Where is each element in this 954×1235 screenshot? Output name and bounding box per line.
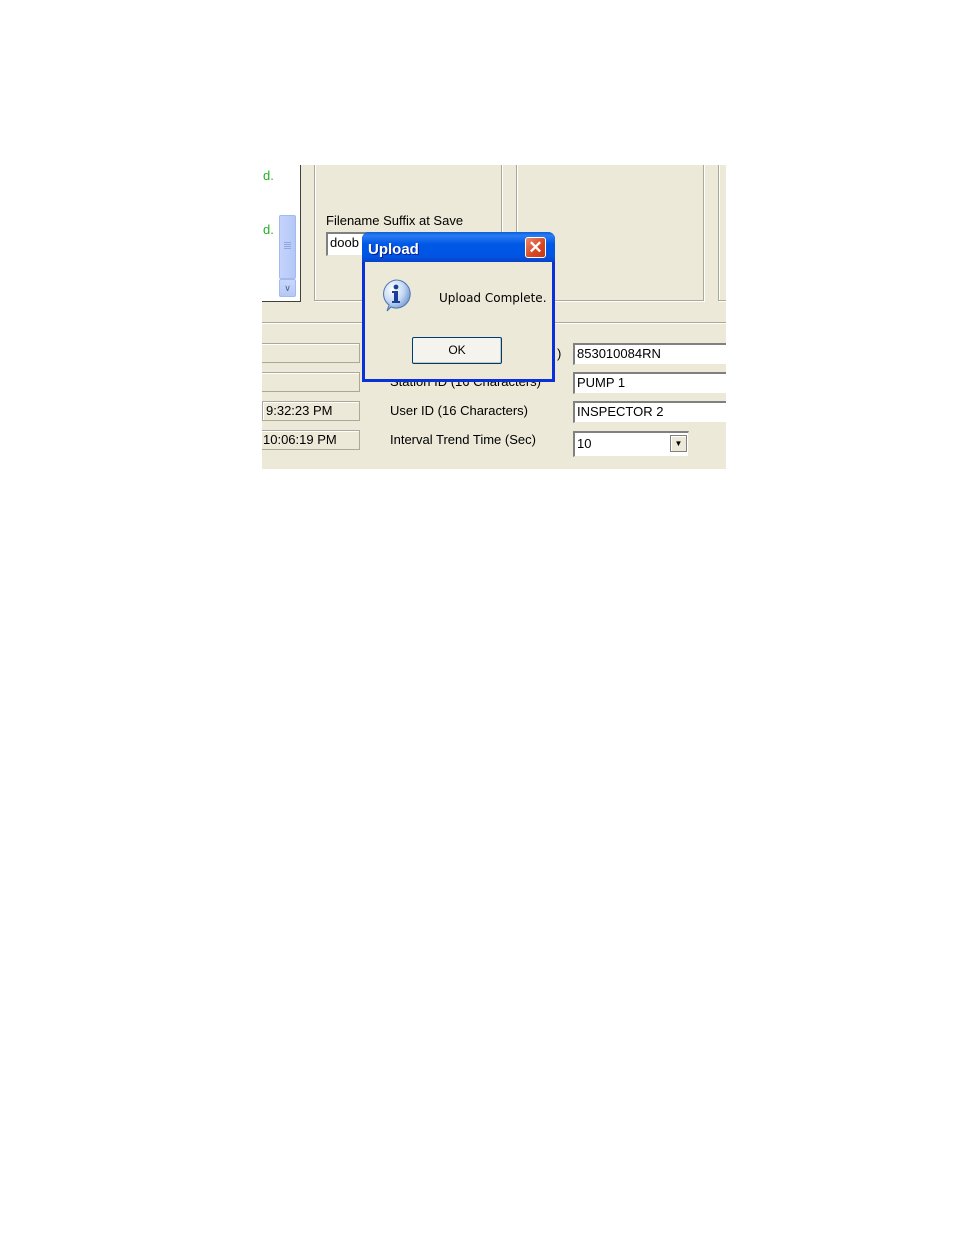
field-value: 9:32:23 PM <box>266 403 333 418</box>
filename-suffix-value: doob <box>330 235 359 250</box>
user-id-input[interactable]: INSPECTOR 2 <box>573 401 726 423</box>
dialog-message: Upload Complete. <box>439 291 547 305</box>
end-time-field: 10:06:19 PM <box>262 430 360 450</box>
caret-down-icon: ▼ <box>674 439 683 448</box>
field-value: 10:06:19 PM <box>263 432 337 447</box>
station-id-input[interactable]: PUMP 1 <box>573 372 726 394</box>
status-list[interactable]: d. d. ∨ <box>262 165 301 302</box>
scrollbar-thumb[interactable] <box>279 215 296 279</box>
application-window: d. d. ∨ Filename Suffix at Save doob 9:3… <box>262 165 726 469</box>
list-item: d. <box>263 168 274 183</box>
dialog-title: Upload <box>368 241 419 258</box>
close-button[interactable]: ✕ <box>525 237 546 258</box>
dialog-title-bar[interactable]: Upload ✕ <box>362 232 555 262</box>
upload-dialog: Upload ✕ Upload Complete. OK <box>362 232 555 382</box>
grip-icon <box>284 242 291 249</box>
list-item: d. <box>263 222 274 237</box>
scroll-down-button[interactable]: ∨ <box>279 279 296 297</box>
dropdown-button[interactable]: ▼ <box>670 435 687 452</box>
vertical-scrollbar[interactable]: ∨ <box>279 215 296 299</box>
user-id-label: User ID (16 Characters) <box>390 403 528 418</box>
interval-trend-time-select[interactable]: 10 ▼ <box>573 431 689 457</box>
ok-button[interactable]: OK <box>412 337 502 364</box>
close-icon: ✕ <box>528 238 543 257</box>
group-box <box>718 165 726 301</box>
serial-number-value: 853010084RN <box>577 346 661 361</box>
start-time-field: 9:32:23 PM <box>262 401 360 421</box>
chevron-down-icon: ∨ <box>284 283 291 293</box>
interval-trend-time-value: 10 <box>577 436 592 451</box>
user-id-value: INSPECTOR 2 <box>577 404 664 419</box>
readonly-field <box>262 372 360 392</box>
info-icon <box>383 279 411 312</box>
interval-trend-time-label: Interval Trend Time (Sec) <box>390 432 536 447</box>
serial-number-label: ) <box>557 346 562 361</box>
readonly-field <box>262 343 360 363</box>
filename-suffix-label: Filename Suffix at Save <box>326 213 464 228</box>
serial-number-input[interactable]: 853010084RN <box>573 343 726 365</box>
station-id-value: PUMP 1 <box>577 375 626 390</box>
